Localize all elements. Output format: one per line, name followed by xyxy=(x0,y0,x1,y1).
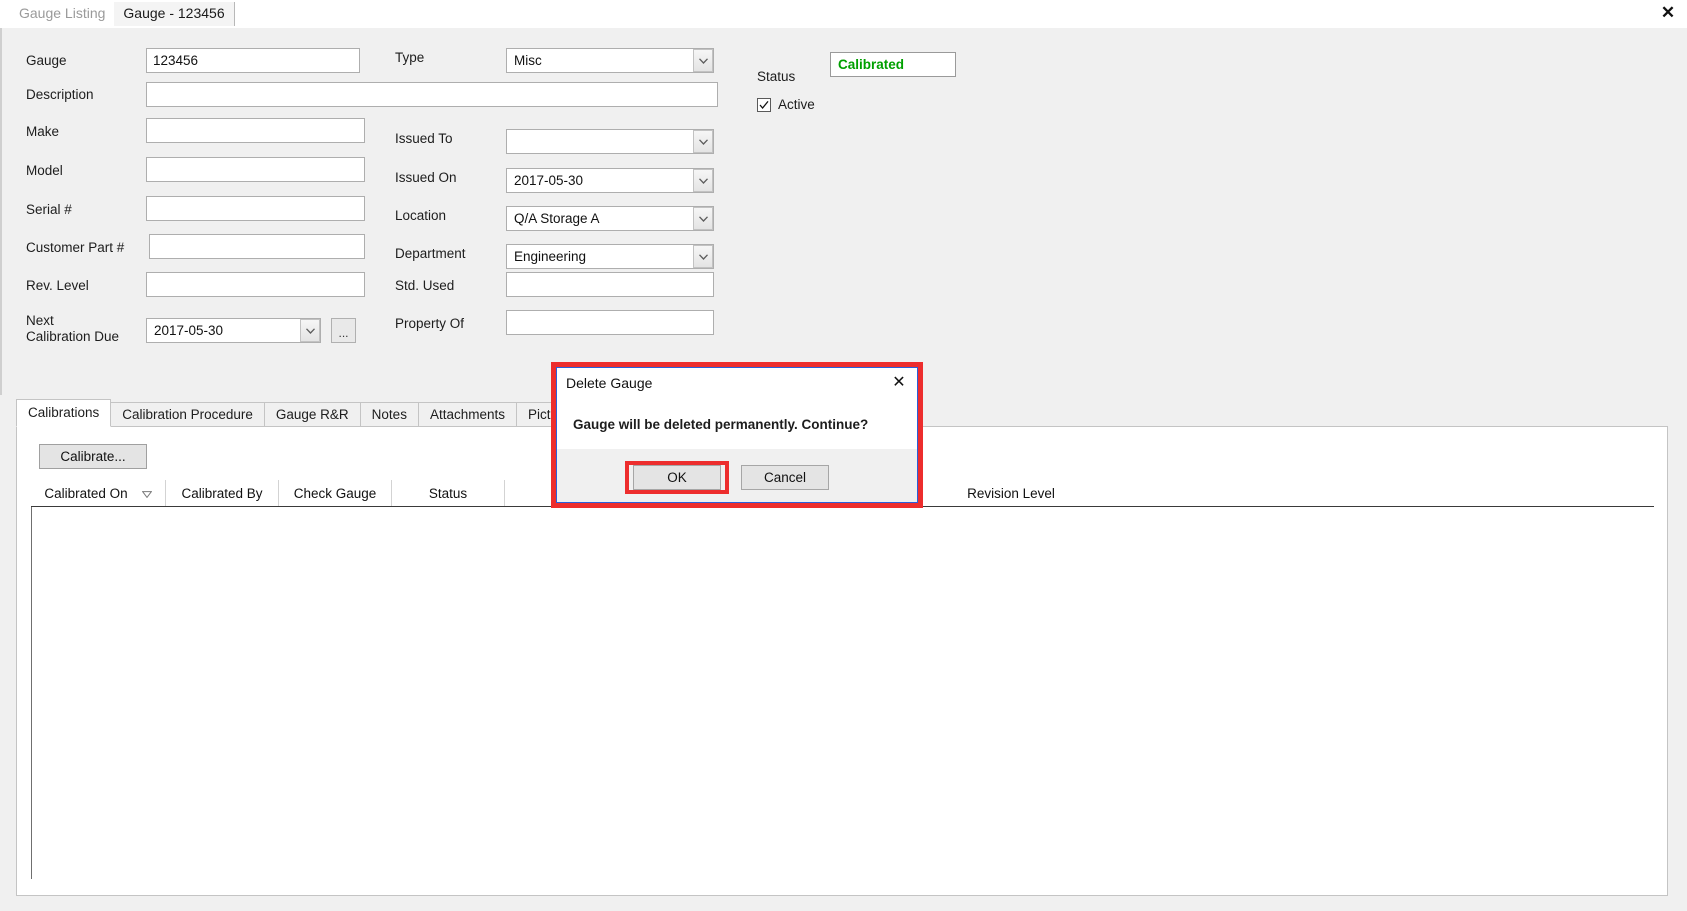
status-badge: Calibrated xyxy=(830,52,956,77)
delete-gauge-dialog: Delete Gauge ✕ Gauge will be deleted per… xyxy=(551,362,923,508)
rev-level-label: Rev. Level xyxy=(26,278,89,293)
grid-column-revision-level-label: Revision Level xyxy=(967,485,1055,501)
active-checkbox-row[interactable]: Active xyxy=(757,97,815,112)
ok-button[interactable]: OK xyxy=(633,465,721,490)
tab-calibration-procedure[interactable]: Calibration Procedure xyxy=(110,402,265,427)
issued-on-combo[interactable]: 2017-05-30 xyxy=(506,168,714,193)
dialog-body: Gauge will be deleted permanently. Conti… xyxy=(557,398,917,451)
model-label: Model xyxy=(26,163,63,178)
tab-notes[interactable]: Notes xyxy=(359,402,419,427)
calibrations-grid: Calibrated On Calibrated By Check Gauge … xyxy=(31,480,1654,880)
calibrate-button[interactable]: Calibrate... xyxy=(39,444,147,469)
close-icon[interactable]: ✕ xyxy=(1657,2,1679,24)
make-label: Make xyxy=(26,124,60,139)
window-tabs: Gauge Listing Gauge - 123456 xyxy=(10,2,235,26)
next-calibration-due-label-line1: Next xyxy=(26,313,54,328)
grid-column-calibrated-by[interactable]: Calibrated By xyxy=(166,480,279,506)
serial-input[interactable] xyxy=(146,196,365,221)
next-calibration-due-browse-button[interactable]: ... xyxy=(331,318,356,343)
chevron-down-icon[interactable] xyxy=(300,319,320,342)
grid-column-check-gauge-label: Check Gauge xyxy=(293,485,377,501)
lower-tabs: Calibrations Calibration Procedure Gauge… xyxy=(16,399,589,427)
application-window: Gauge Listing Gauge - 123456 ✕ Gauge 123… xyxy=(0,0,1687,911)
issued-on-label: Issued On xyxy=(395,170,457,185)
active-label: Active xyxy=(778,97,815,112)
window-tabstrip: Gauge Listing Gauge - 123456 ✕ xyxy=(0,0,1687,28)
grid-column-calibrated-on[interactable]: Calibrated On xyxy=(31,480,166,506)
type-combo[interactable]: Misc xyxy=(506,48,714,73)
grid-column-revision-level[interactable]: Revision Level xyxy=(886,480,1136,506)
dialog-title: Delete Gauge xyxy=(566,375,653,391)
chevron-down-icon[interactable] xyxy=(693,49,713,72)
next-calibration-due-combo[interactable]: 2017-05-30 xyxy=(146,318,321,343)
location-combo[interactable]: Q/A Storage A xyxy=(506,206,714,231)
sort-descending-icon xyxy=(141,486,153,501)
checkbox-icon[interactable] xyxy=(757,97,771,112)
type-label: Type xyxy=(395,50,425,65)
serial-label: Serial # xyxy=(26,202,72,217)
rev-level-input[interactable] xyxy=(146,272,365,297)
std-used-label: Std. Used xyxy=(395,278,455,293)
grid-column-calibrated-on-label: Calibrated On xyxy=(44,485,128,501)
issued-to-combo[interactable] xyxy=(506,129,714,154)
std-used-input[interactable] xyxy=(506,272,714,297)
grid-body[interactable] xyxy=(31,507,1654,879)
department-combo[interactable]: Engineering xyxy=(506,244,714,269)
model-input[interactable] xyxy=(146,157,365,182)
customer-part-input[interactable] xyxy=(149,234,365,259)
description-input[interactable] xyxy=(146,82,718,107)
next-calibration-due-value: 2017-05-30 xyxy=(154,323,224,338)
tab-attachments[interactable]: Attachments xyxy=(417,402,517,427)
dialog-frame: Delete Gauge ✕ Gauge will be deleted per… xyxy=(556,367,918,503)
tab-calibrations[interactable]: Calibrations xyxy=(16,399,112,427)
location-value: Q/A Storage A xyxy=(514,211,600,226)
make-input[interactable] xyxy=(146,118,365,143)
issued-on-value: 2017-05-30 xyxy=(514,173,584,188)
gauge-label: Gauge xyxy=(26,53,67,68)
status-label: Status xyxy=(757,69,796,84)
property-of-label: Property Of xyxy=(395,316,465,331)
gauge-form-panel: Gauge 123456 Description Make Model Seri… xyxy=(0,28,1687,395)
issued-to-label: Issued To xyxy=(395,131,453,146)
dialog-footer: OK Cancel xyxy=(557,449,917,502)
next-calibration-due-label-line2: Calibration Due xyxy=(26,329,120,344)
type-value: Misc xyxy=(514,53,542,68)
close-icon[interactable]: ✕ xyxy=(888,372,910,394)
ok-button-highlight: OK xyxy=(625,461,729,494)
grid-column-calibrated-by-label: Calibrated By xyxy=(181,485,263,501)
gauge-input[interactable]: 123456 xyxy=(146,48,360,73)
chevron-down-icon[interactable] xyxy=(693,130,713,153)
grid-column-status-label: Status xyxy=(428,485,468,501)
location-label: Location xyxy=(395,208,447,223)
chevron-down-icon[interactable] xyxy=(693,207,713,230)
window-tab-gauge-listing[interactable]: Gauge Listing xyxy=(10,2,115,26)
description-label: Description xyxy=(26,87,94,102)
cancel-button[interactable]: Cancel xyxy=(741,465,829,490)
dialog-message: Gauge will be deleted permanently. Conti… xyxy=(573,417,869,432)
grid-column-status[interactable]: Status xyxy=(392,480,505,506)
department-label: Department xyxy=(395,246,466,261)
customer-part-label: Customer Part # xyxy=(26,240,125,255)
window-tab-gauge-detail[interactable]: Gauge - 123456 xyxy=(114,2,235,26)
property-of-input[interactable] xyxy=(506,310,714,335)
grid-column-check-gauge[interactable]: Check Gauge xyxy=(279,480,392,506)
tab-gauge-rr[interactable]: Gauge R&R xyxy=(263,402,361,427)
dialog-titlebar: Delete Gauge ✕ xyxy=(557,368,917,398)
department-value: Engineering xyxy=(514,249,587,264)
chevron-down-icon[interactable] xyxy=(693,245,713,268)
chevron-down-icon[interactable] xyxy=(693,169,713,192)
